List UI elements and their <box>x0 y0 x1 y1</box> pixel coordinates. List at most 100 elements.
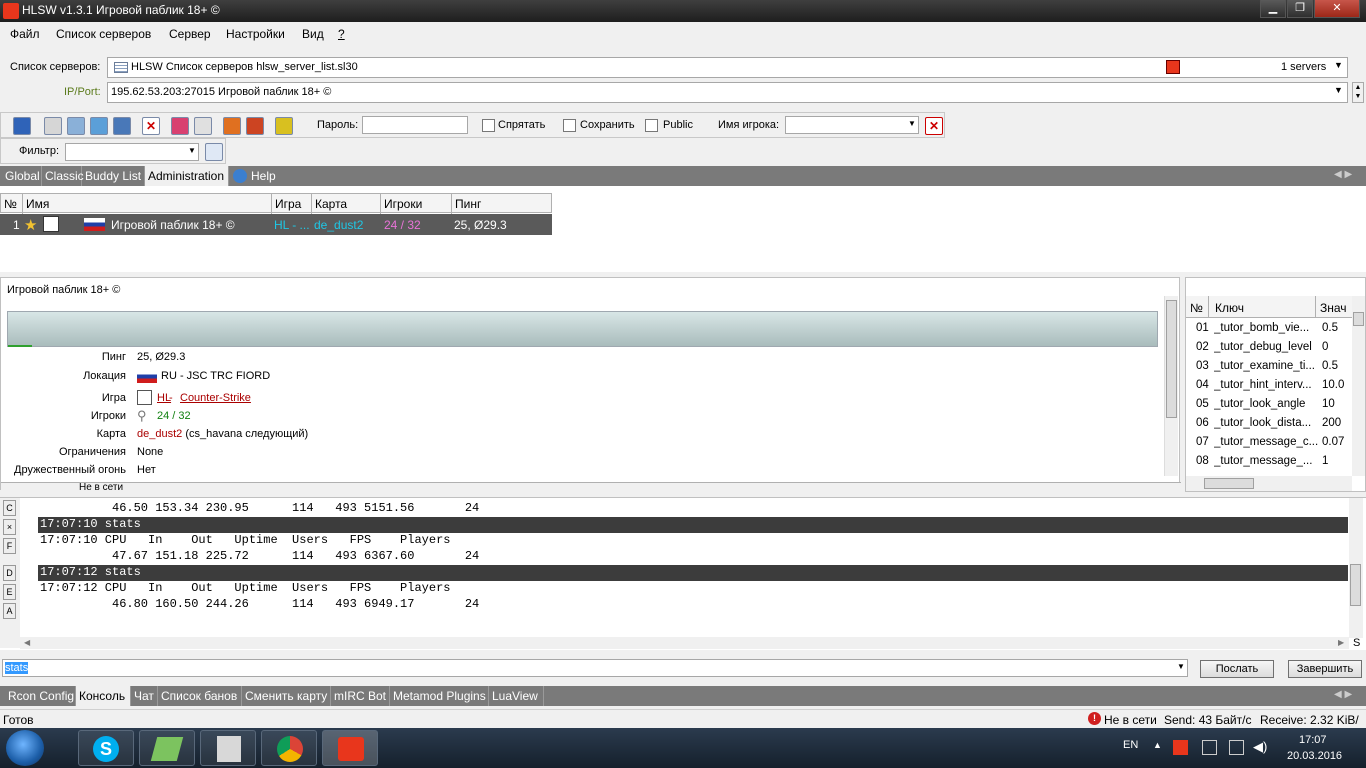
game-cs-link[interactable]: Counter-Strike <box>180 392 251 404</box>
table-row[interactable]: 1 ★ Игровой паблик 18+ © HL - ... de_dus… <box>0 214 552 235</box>
console-hscrollbar[interactable]: ◀ ▶ <box>20 637 1349 649</box>
restrictions-label: Ограничения <box>58 446 126 458</box>
row-num: 1 <box>13 218 20 232</box>
tab-scroll-arrows[interactable]: ◀ ▶ <box>1334 689 1352 700</box>
info-status-cut: Не в сети <box>79 482 124 490</box>
minimize-button[interactable]: ▁ <box>1260 0 1286 18</box>
col-name[interactable]: Имя <box>23 194 272 214</box>
notepad-icon <box>150 737 184 761</box>
skype-taskbar-button[interactable]: S <box>78 730 134 766</box>
info-status-strip: Не в сети <box>1 482 1181 490</box>
tab-buddy-list[interactable]: Buddy List <box>82 166 145 186</box>
menu-view[interactable]: Вид <box>302 27 324 41</box>
scrollbar-thumb[interactable] <box>1204 478 1254 489</box>
menu-help[interactable]: ? <box>338 27 345 41</box>
menu-file[interactable]: Файл <box>10 27 40 41</box>
col-ping[interactable]: Пинг <box>452 194 552 214</box>
counter-strike-icon <box>43 216 59 232</box>
cvars-col-value[interactable]: Знач <box>1320 301 1347 315</box>
network-tray-icon[interactable] <box>1229 740 1244 755</box>
password-input[interactable] <box>362 116 468 134</box>
menu-settings[interactable]: Настройки <box>226 27 285 41</box>
chevron-down-icon[interactable]: ▼ <box>188 146 196 155</box>
ipport-spinner[interactable]: ▲ ▼ <box>1352 82 1364 103</box>
players-icon[interactable] <box>113 117 131 135</box>
col-players[interactable]: Игроки <box>381 194 452 214</box>
tab-metamod-plugins[interactable]: Metamod Plugins <box>390 686 489 706</box>
connect-icon[interactable] <box>13 117 31 135</box>
hide-checkbox[interactable] <box>482 119 495 132</box>
server-list-combo[interactable]: HLSW Список серверов hlsw_server_list.sl… <box>107 57 1348 78</box>
clock-date[interactable]: 20.03.2016 <box>1287 750 1342 762</box>
refresh-icon[interactable] <box>90 117 108 135</box>
cvars-hscrollbar[interactable] <box>1186 476 1352 491</box>
console-command-input[interactable]: stats ▼ <box>2 659 1188 677</box>
cvars-col-num[interactable]: № <box>1190 301 1203 315</box>
ipport-combo[interactable]: 195.62.53.203:27015 Игровой паблик 18+ ©… <box>107 82 1348 103</box>
game-label: Игра <box>101 392 126 404</box>
scrollbar-thumb[interactable] <box>1353 312 1364 326</box>
info-scrollbar[interactable] <box>1164 296 1178 476</box>
cvar-value: 10 <box>1322 398 1335 410</box>
tab-administration[interactable]: Administration <box>145 166 229 186</box>
chevron-down-icon[interactable]: ▼ <box>1177 662 1185 671</box>
alert-icon[interactable] <box>275 117 293 135</box>
copy-icon[interactable] <box>194 117 212 135</box>
counter-strike-taskbar-button[interactable] <box>200 730 256 766</box>
server-table: № Имя Игра Карта Игроки Пинг 1 ★ Игровой… <box>0 186 1366 272</box>
filter-combo[interactable]: ▼ <box>65 143 199 161</box>
scrollbar-thumb[interactable] <box>1166 300 1177 418</box>
finish-button[interactable]: Завершить <box>1288 660 1362 678</box>
reload-icon[interactable] <box>171 117 189 135</box>
col-map[interactable]: Карта <box>312 194 381 214</box>
tab-classic[interactable]: Classic <box>42 166 84 186</box>
chevron-down-icon[interactable]: ▼ <box>1334 60 1343 70</box>
flag-tray-icon[interactable] <box>1202 740 1217 755</box>
clear-player-icon[interactable]: ✕ <box>925 117 943 135</box>
cvars-col-key[interactable]: Ключ <box>1208 296 1316 318</box>
tab-luaview[interactable]: LuaView <box>489 686 544 706</box>
cvars-scrollbar[interactable] <box>1352 296 1365 476</box>
tab-mirc-bot[interactable]: mIRC Bot <box>331 686 390 706</box>
close-button[interactable]: ✕ <box>1314 0 1360 18</box>
tab-change-map[interactable]: Сменить карту <box>242 686 331 706</box>
cvar-num: 06 <box>1196 417 1209 429</box>
tab-ban-list[interactable]: Список банов <box>158 686 242 706</box>
tab-global[interactable]: Global <box>0 166 42 186</box>
tab-help[interactable]: Help <box>250 166 280 186</box>
tab-chat[interactable]: Чат <box>131 686 158 706</box>
public-checkbox[interactable] <box>645 119 658 132</box>
cvar-num: 02 <box>1196 341 1209 353</box>
maximize-button[interactable]: ❐ <box>1287 0 1313 18</box>
send-button[interactable]: Послать <box>1200 660 1274 678</box>
hlsw-tray-icon[interactable] <box>1173 740 1188 755</box>
console-scrollbar[interactable] <box>1349 498 1363 638</box>
tab-console[interactable]: Консоль <box>76 686 131 706</box>
col-game[interactable]: Игра <box>272 194 312 214</box>
scrollbar-thumb[interactable] <box>1350 564 1361 606</box>
puzzle-icon[interactable] <box>246 117 264 135</box>
menu-server[interactable]: Сервер <box>169 27 211 41</box>
chevron-down-icon[interactable]: ▼ <box>908 119 916 128</box>
tab-scroll-arrows[interactable]: ◀ ▶ <box>1334 169 1352 180</box>
tray-expand-icon[interactable]: ▲ <box>1153 740 1162 750</box>
search-icon[interactable] <box>44 117 62 135</box>
export-icon[interactable] <box>223 117 241 135</box>
menu-server-list[interactable]: Список серверов <box>56 27 151 41</box>
notepad-taskbar-button[interactable] <box>139 730 195 766</box>
chevron-down-icon[interactable]: ▼ <box>1334 85 1343 95</box>
filter-settings-icon[interactable] <box>205 143 223 161</box>
tab-rcon-config[interactable]: Rcon Config <box>0 686 76 706</box>
hlsw-taskbar-button[interactable] <box>322 730 378 766</box>
halflife-icon <box>1166 60 1180 74</box>
start-button[interactable] <box>6 730 44 766</box>
language-indicator[interactable]: EN <box>1123 739 1138 751</box>
chrome-taskbar-button[interactable] <box>261 730 317 766</box>
delete-icon[interactable]: ✕ <box>142 117 160 135</box>
volume-tray-icon[interactable]: ◀) <box>1253 739 1267 755</box>
clock-time[interactable]: 17:07 <box>1299 734 1327 746</box>
player-name-combo[interactable]: ▼ <box>785 116 919 134</box>
col-num[interactable]: № <box>1 194 23 214</box>
server-info-icon[interactable] <box>67 117 85 135</box>
save-checkbox[interactable] <box>563 119 576 132</box>
